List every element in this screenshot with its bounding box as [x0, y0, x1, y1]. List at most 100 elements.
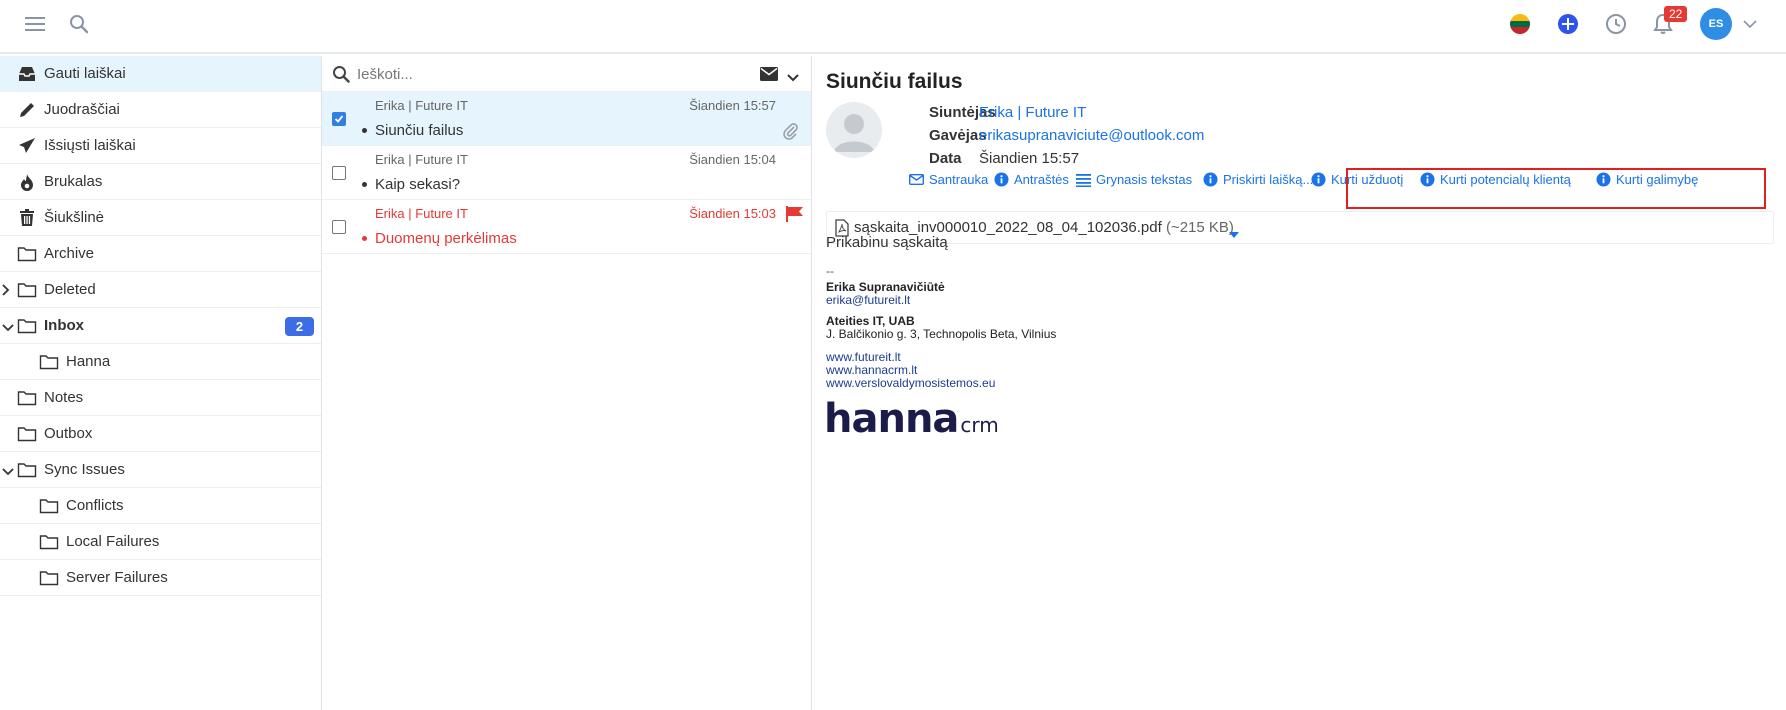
message-list: Erika | Future IT Šiandien 15:57 Siunčiu… [322, 56, 812, 710]
date-value: Šiandien 15:57 [979, 150, 1080, 167]
signature-separator: -- [826, 264, 834, 278]
headers-label: Antraštės [1014, 172, 1069, 187]
folder-icon [16, 243, 38, 265]
folder-label: Deleted [44, 281, 96, 298]
chevron-down-icon[interactable] [2, 319, 14, 333]
folder-item-notes[interactable]: Notes [0, 380, 321, 416]
chevron-right-icon[interactable] [2, 283, 14, 297]
folder-item-gauti-laiskai[interactable]: Gauti laiškai [0, 56, 321, 92]
folder-icon [38, 351, 60, 373]
message-search-input[interactable] [357, 62, 737, 86]
attachment-size: (~215 KB) [1165, 219, 1234, 236]
caret-down-icon[interactable] [1229, 225, 1239, 242]
lithuania-flag-icon[interactable] [1508, 12, 1532, 36]
search-icon[interactable] [67, 12, 91, 36]
plaintext-button[interactable]: Grynasis tekstas [1076, 172, 1192, 187]
attachment-bar[interactable]: sąskaita_inv000010_2022_08_04_102036.pdf… [826, 211, 1774, 244]
date-label: Data [929, 150, 962, 167]
logo-main-text: hanna [824, 396, 959, 442]
folder-label: Inbox [44, 317, 84, 334]
signature-name: Erika Supranavičiūtė [826, 280, 945, 294]
folder-label: Hanna [66, 353, 111, 370]
message-sender: Erika | Future IT [375, 98, 468, 113]
folder-label: Brukalas [44, 173, 103, 190]
logo-suffix-text: crm [960, 413, 999, 437]
summary-button[interactable]: Santrauka [909, 172, 988, 187]
add-new-icon[interactable] [1556, 12, 1580, 36]
info-icon [1311, 172, 1326, 187]
recipient-label: Gavėjas [929, 127, 987, 144]
chevron-down-icon[interactable] [2, 463, 14, 477]
search-icon [332, 65, 350, 87]
folder-label: Local Failures [66, 533, 160, 550]
reading-pane: Siunčiu failus Siuntėjas Erika | Future … [812, 56, 1786, 710]
folder-item-siuksline[interactable]: Šiukšlinė [0, 200, 321, 236]
folder-label: Išsiųsti laiškai [44, 137, 136, 154]
sender-value[interactable]: Erika | Future IT [979, 104, 1086, 121]
folder-item-deleted[interactable]: Deleted [0, 272, 321, 308]
headers-button[interactable]: Antraštės [994, 172, 1069, 187]
folder-item-brukalas[interactable]: Brukalas [0, 164, 321, 200]
clock-history-icon[interactable] [1604, 12, 1628, 36]
info-icon [994, 172, 1009, 187]
folder-item-sync-issues[interactable]: Sync Issues [0, 452, 321, 488]
folder-item-issiusti-laiskai[interactable]: Išsiųsti laiškai [0, 128, 321, 164]
message-checkbox[interactable] [332, 166, 346, 180]
recipient-value[interactable]: erikasupranaviciute@outlook.com [979, 127, 1204, 144]
flag-icon[interactable] [786, 206, 804, 226]
hamburger-menu-icon[interactable] [23, 12, 47, 36]
message-search-bar [322, 56, 811, 92]
envelope-icon [909, 172, 924, 187]
message-checkbox[interactable] [332, 220, 346, 234]
folder-item-hanna[interactable]: Hanna [0, 344, 321, 380]
signature-company: Ateities IT, UAB [826, 314, 915, 328]
user-avatar[interactable]: ES [1700, 8, 1732, 40]
folder-item-local-failures[interactable]: Local Failures [0, 524, 321, 560]
lines-icon [1076, 172, 1091, 187]
message-row[interactable]: Erika | Future IT Šiandien 15:57 Siunčiu… [322, 92, 811, 146]
signature-site-futureit[interactable]: www.futureit.lt [826, 350, 901, 364]
message-subject: Duomenų perkėlimas [375, 230, 517, 247]
message-subject: Kaip sekasi? [375, 176, 461, 193]
message-sender: Erika | Future IT [375, 206, 468, 221]
folder-label: Conflicts [66, 497, 124, 514]
signature-site-hannacrm[interactable]: www.hannacrm.lt [826, 363, 917, 377]
folder-item-inbox[interactable]: Inbox 2 [0, 308, 321, 344]
info-icon [1203, 172, 1218, 187]
top-bar: 22 ES [0, 0, 1786, 54]
plaintext-label: Grynasis tekstas [1096, 172, 1193, 187]
message-checkbox[interactable] [332, 112, 346, 126]
sender-avatar [826, 102, 882, 158]
trash-icon [16, 207, 38, 229]
folder-label: Gauti laiškai [44, 65, 126, 82]
folder-label: Archive [44, 245, 95, 262]
folder-item-archive[interactable]: Archive [0, 236, 321, 272]
message-time: Šiandien 15:57 [689, 98, 776, 113]
folder-icon [16, 459, 38, 481]
chevron-down-icon[interactable] [1738, 12, 1762, 36]
chevron-down-icon[interactable] [787, 69, 799, 86]
folder-label: Server Failures [66, 569, 168, 586]
assign-message-button[interactable]: Priskirti laišką... [1203, 172, 1313, 187]
signature-site-verslo[interactable]: www.verslovaldymosistemos.eu [826, 376, 995, 390]
unread-count-badge: 2 [285, 317, 314, 336]
folder-item-server-failures[interactable]: Server Failures [0, 560, 321, 596]
message-time: Šiandien 15:04 [689, 152, 776, 167]
folder-label: Outbox [44, 425, 93, 442]
folder-item-outbox[interactable]: Outbox [0, 416, 321, 452]
message-subject: Siunčiu failus [375, 122, 464, 139]
message-row[interactable]: Erika | Future IT Šiandien 15:03 Duomenų… [322, 200, 811, 254]
folder-icon [16, 387, 38, 409]
folder-item-juodrasciai[interactable]: Juodraščiai [0, 92, 321, 128]
message-sender: Erika | Future IT [375, 152, 468, 167]
signature-address: J. Balčikonio g. 3, Technopolis Beta, Vi… [826, 327, 1057, 341]
folder-item-conflicts[interactable]: Conflicts [0, 488, 321, 524]
assign-label: Priskirti laišką... [1223, 172, 1314, 187]
envelope-filter-icon[interactable] [760, 67, 778, 85]
signature-email[interactable]: erika@futureit.lt [826, 293, 910, 307]
fire-icon [16, 171, 38, 193]
message-time: Šiandien 15:03 [689, 206, 776, 221]
message-row[interactable]: Erika | Future IT Šiandien 15:04 Kaip se… [322, 146, 811, 200]
message-body: Prikabinu sąskaitą [826, 234, 948, 251]
folder-icon [16, 315, 38, 337]
